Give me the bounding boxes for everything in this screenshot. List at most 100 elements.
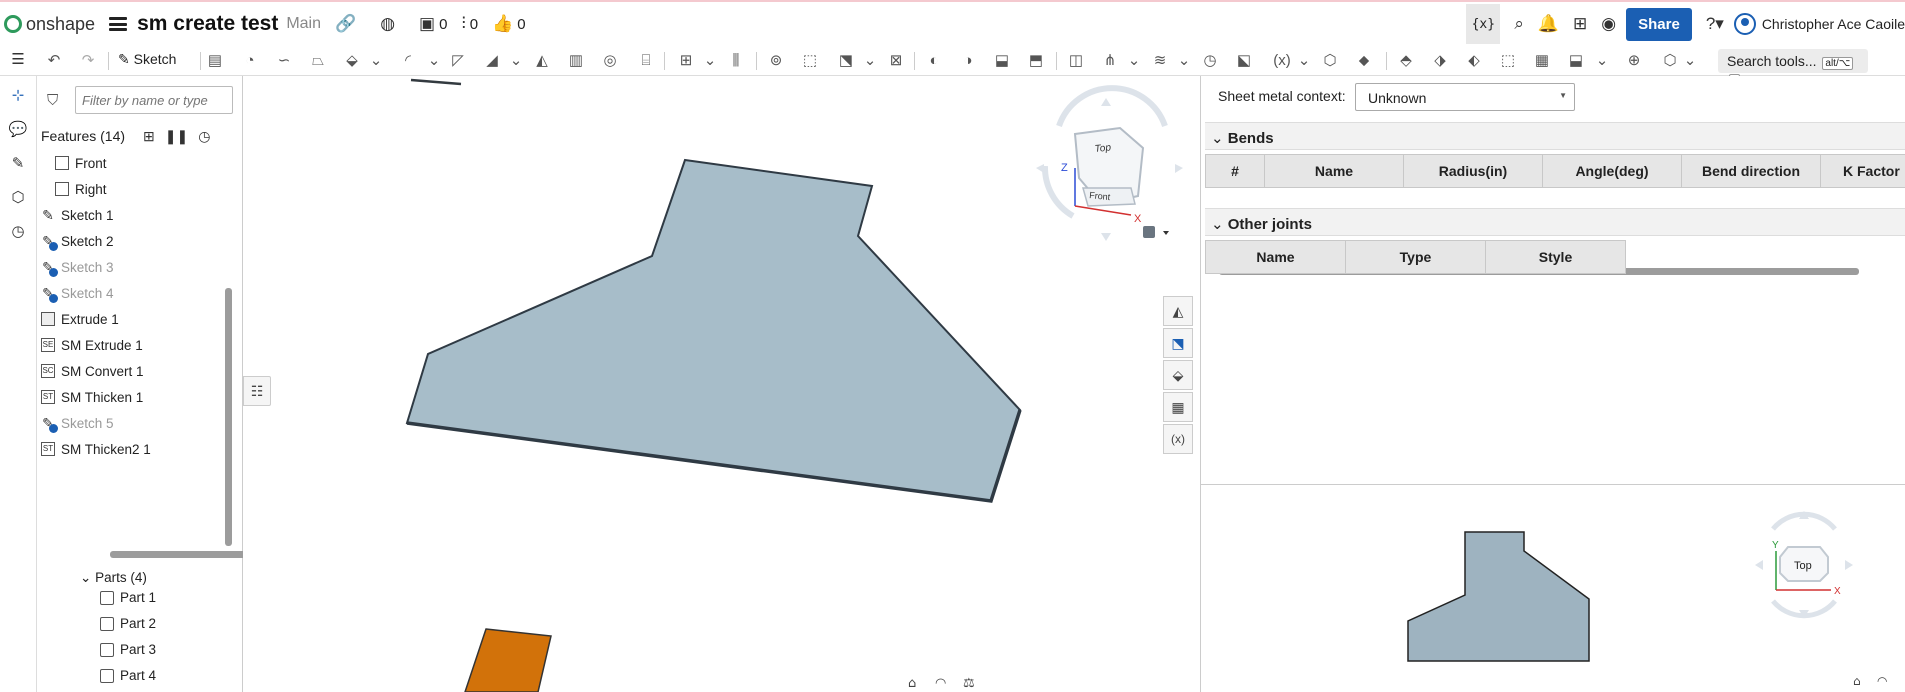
versions-icon[interactable]: ▣ <box>419 14 435 34</box>
notes-icon[interactable]: ✎ <box>8 154 28 174</box>
bends-column-header[interactable]: Bend direction <box>1681 154 1821 188</box>
timer-icon[interactable]: ◷ <box>198 128 210 145</box>
branch-icon[interactable]: ⫶ <box>461 14 465 34</box>
graphics-viewport[interactable]: Top Front Z X ⌂ ◠ ⚖ ☷ ◭ ⬔ ⬙ ▦ (x) <box>243 76 1200 692</box>
loft-icon[interactable]: ⏢ <box>308 51 328 71</box>
bends-column-header[interactable]: Angle(deg) <box>1542 154 1682 188</box>
flat-pattern-view[interactable]: Top Y X ⌂ ◠ <box>1201 485 1905 692</box>
feature-list-scrollbar[interactable] <box>225 288 232 546</box>
chevron-down-icon[interactable]: ⌄ <box>1124 51 1144 71</box>
delete-part-icon[interactable]: ⊠ <box>886 51 906 71</box>
onshape-logo-icon[interactable] <box>4 15 22 33</box>
feature-item[interactable]: SC SM Convert 1 <box>41 358 227 384</box>
help-icon[interactable]: ?▾ <box>1706 14 1724 34</box>
search-icon[interactable]: ⌕ <box>1514 14 1524 34</box>
chevron-down-icon[interactable]: ⌄ <box>700 51 720 71</box>
render-mode-icon[interactable]: ◭ <box>1163 296 1193 326</box>
variable-icon[interactable]: (x) <box>1268 51 1296 71</box>
bends-section-header[interactable]: ⌄ Bends <box>1205 122 1905 150</box>
shell-icon[interactable]: ▥ <box>566 51 586 71</box>
link-icon[interactable]: 🔗 <box>335 14 356 34</box>
chevron-down-icon[interactable]: ⌄ <box>366 51 386 71</box>
mirror-icon[interactable]: ⫼ <box>726 51 746 71</box>
sheet-metal-model-icon[interactable]: ⬘ <box>1396 51 1416 71</box>
joints-column-header[interactable]: Style <box>1485 240 1626 274</box>
view-orientation-icon[interactable]: ⌂ <box>908 676 916 691</box>
flat-section-icon[interactable]: ◠ <box>1877 674 1887 688</box>
chevron-down-icon[interactable]: ⌄ <box>860 51 880 71</box>
filter-icon[interactable]: ⛉ <box>47 92 58 109</box>
helix-icon[interactable]: ◷ <box>1200 51 1220 71</box>
undo-icon[interactable]: ↶ <box>44 51 64 71</box>
globe-icon[interactable]: ◍ <box>380 14 395 34</box>
sheet-metal-context-select[interactable]: Unknown <box>1355 83 1575 111</box>
learning-center-icon[interactable]: ◉ <box>1601 14 1616 34</box>
chevron-down-icon[interactable]: ⌄ <box>1294 51 1314 71</box>
tag-icon[interactable]: ⬥ <box>1354 51 1374 71</box>
plane-icon[interactable]: ◫ <box>1066 51 1086 71</box>
menu-icon[interactable] <box>109 17 128 31</box>
bends-column-header[interactable]: K Factor <box>1820 154 1905 188</box>
joints-column-header[interactable]: Type <box>1345 240 1486 274</box>
flat-pattern-part[interactable] <box>1407 531 1590 662</box>
feature-item[interactable]: ST SM Thicken2 1 <box>41 436 227 462</box>
feature-item[interactable]: ✎ Sketch 5 <box>41 410 227 436</box>
insert-feature-icon[interactable]: ⊹ <box>8 86 28 106</box>
feature-item[interactable]: Front <box>41 150 227 176</box>
notifications-bell-icon[interactable]: 🔔 <box>1538 14 1559 34</box>
surface-icon[interactable]: ⬕ <box>1234 51 1254 71</box>
document-title[interactable]: sm create test <box>137 12 278 36</box>
delete-face-icon[interactable]: ◑ <box>958 51 978 71</box>
measure-icon[interactable]: ⚖ <box>963 676 975 691</box>
part-item[interactable]: Part 1 <box>100 590 156 605</box>
history-icon[interactable]: ◷ <box>8 222 28 242</box>
revolve-icon[interactable]: ◔ <box>240 51 260 71</box>
list-toggle-icon[interactable]: ☷ <box>243 376 271 406</box>
feature-item[interactable]: ✎ Sketch 1 <box>41 202 227 228</box>
hole-icon[interactable]: ◎ <box>600 51 620 71</box>
chevron-down-icon[interactable]: ⌄ <box>506 51 526 71</box>
part-face[interactable] <box>405 158 1022 503</box>
bends-column-header[interactable]: # <box>1205 154 1265 188</box>
joints-column-header[interactable]: Name <box>1205 240 1346 274</box>
parts-header[interactable]: ⌄ Parts (4) <box>80 570 147 586</box>
variables-panel-icon[interactable]: (x) <box>1163 424 1193 454</box>
chevron-down-icon[interactable]: ⌄ <box>1174 51 1194 71</box>
sheet-metal-relief-icon[interactable]: ▦ <box>1532 51 1552 71</box>
configurations-icon[interactable]: ⬡ <box>8 188 28 208</box>
pause-icon[interactable]: ❚❚ <box>165 128 188 145</box>
comments-icon[interactable]: 💬 <box>8 120 28 140</box>
split-icon[interactable]: ⬚ <box>800 51 820 71</box>
flat-view-cube[interactable]: Top Y X <box>1755 511 1853 619</box>
sheet-metal-finish-icon[interactable]: ⬓ <box>1566 51 1586 71</box>
app-logo-text[interactable]: onshape <box>26 14 95 35</box>
chevron-down-icon[interactable]: ⌄ <box>1592 51 1612 71</box>
frames-icon[interactable]: ⬡ <box>1320 51 1340 71</box>
settings-cube-icon[interactable]: ⬡ <box>1660 51 1680 71</box>
feature-item[interactable]: Right <box>41 176 227 202</box>
feature-item[interactable]: ✎ Sketch 2 <box>41 228 227 254</box>
feature-item[interactable]: ST SM Thicken 1 <box>41 384 227 410</box>
modify-fillet-icon[interactable]: ◐ <box>924 51 944 71</box>
chevron-down-icon[interactable]: ⌄ <box>1680 51 1700 71</box>
move-face-icon[interactable]: ⬓ <box>992 51 1012 71</box>
feature-filter-input[interactable] <box>75 86 233 114</box>
search-tools-input[interactable]: Search tools... alt/⌥c <box>1718 49 1868 87</box>
feature-list-icon[interactable]: ☰ <box>8 50 28 70</box>
like-icon[interactable]: 👍 <box>492 14 513 34</box>
chamfer-icon[interactable]: ◸ <box>448 51 468 71</box>
add-custom-feature-icon[interactable]: ⊕ <box>1624 51 1644 71</box>
rib-icon[interactable]: ◭ <box>532 51 552 71</box>
feature-item[interactable]: SE SM Extrude 1 <box>41 332 227 358</box>
flat-view-orientation-icon[interactable]: ⌂ <box>1853 674 1861 688</box>
curve-icon[interactable]: ≋ <box>1150 51 1170 71</box>
bends-column-header[interactable]: Radius(in) <box>1403 154 1543 188</box>
user-name[interactable]: Christopher Ace Caoile <box>1762 16 1905 32</box>
feature-item[interactable]: ✎ Sketch 3 <box>41 254 227 280</box>
part-item[interactable]: Part 4 <box>100 668 156 683</box>
part-item[interactable]: Part 3 <box>100 642 156 657</box>
mate-connector-icon[interactable]: ⋔ <box>1100 51 1120 71</box>
sweep-icon[interactable]: ∽ <box>274 51 294 71</box>
sheet-metal-flange-icon[interactable]: ⬗ <box>1430 51 1450 71</box>
pattern-icon[interactable]: ⊞ <box>676 51 696 71</box>
